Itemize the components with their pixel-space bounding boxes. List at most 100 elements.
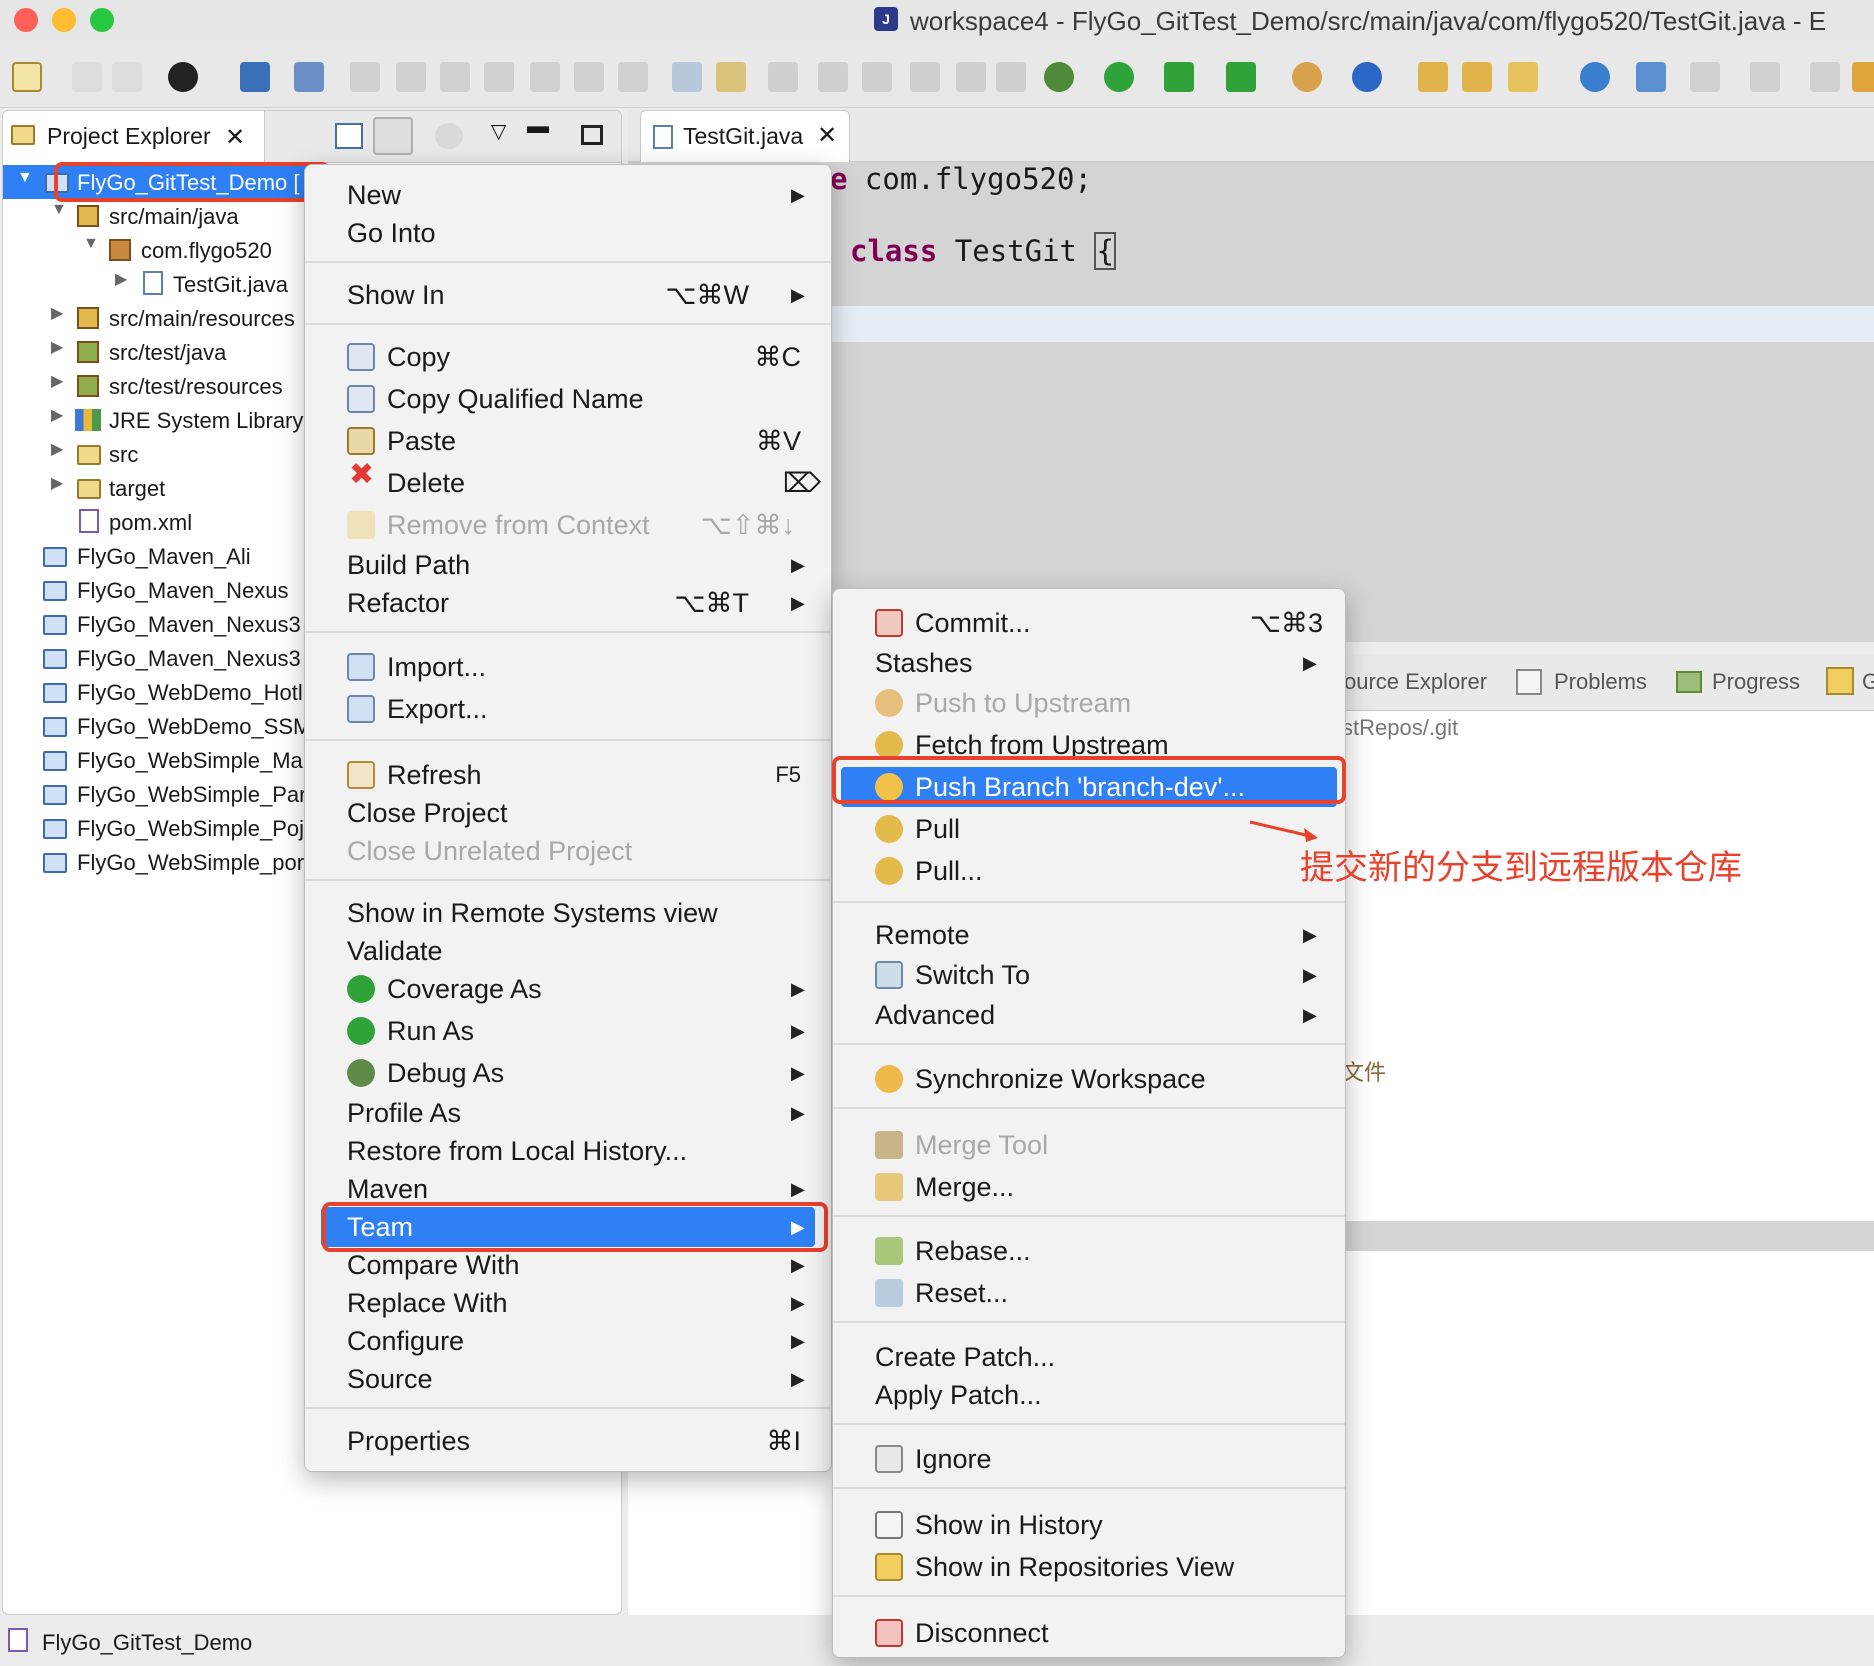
tab-progress[interactable]: Progress — [1712, 669, 1800, 695]
external-tools-icon[interactable] — [1226, 62, 1256, 92]
menu-item-synchronize-workspace[interactable]: Synchronize Workspace — [833, 1059, 1345, 1099]
pilcrow-icon[interactable] — [996, 62, 1026, 92]
tab-problems[interactable]: Problems — [1554, 669, 1647, 695]
step-over-icon[interactable] — [574, 62, 604, 92]
menu-item-apply-patch[interactable]: Apply Patch... — [833, 1375, 1345, 1415]
use-step-filters-icon[interactable] — [672, 62, 702, 92]
menu-item-refresh[interactable]: Refresh F5 — [305, 755, 831, 795]
new-class-icon[interactable] — [1352, 62, 1382, 92]
menu-item-profile-as[interactable]: Profile As ▶ — [305, 1093, 831, 1133]
tree-item[interactable]: src/test/resources — [109, 371, 283, 403]
menu-item-disconnect[interactable]: Disconnect — [833, 1613, 1345, 1653]
chevron-right-icon[interactable]: ▶ — [115, 269, 127, 289]
tree-item[interactable]: FlyGo_Maven_Nexus3 — [77, 609, 301, 641]
chevron-right-icon[interactable]: ▶ — [51, 303, 63, 323]
previous-annotation-icon[interactable] — [1750, 62, 1780, 92]
pin-icon[interactable] — [294, 62, 324, 92]
account-icon[interactable] — [168, 62, 198, 92]
chevron-right-icon[interactable]: ▶ — [51, 473, 63, 493]
menu-item-restore-local-history[interactable]: Restore from Local History... — [305, 1131, 831, 1171]
menu-item-push-to-upstream[interactable]: Push to Upstream — [833, 683, 1345, 723]
menu-item-replace-with[interactable]: Replace With ▶ — [305, 1283, 831, 1323]
tree-item[interactable]: FlyGo_WebDemo_SSM — [77, 711, 311, 743]
mark-occurrences-icon[interactable] — [768, 62, 798, 92]
menu-item-show-in[interactable]: Show In ⌥⌘W ▶ — [305, 275, 831, 315]
tree-item[interactable]: pom.xml — [109, 507, 192, 539]
collapse-all-icon[interactable] — [335, 123, 363, 149]
tree-item[interactable]: FlyGo_WebSimple_Ma — [77, 745, 303, 777]
menu-item-remove-from-context[interactable]: Remove from Context ⌥⇧⌘↓ — [305, 505, 831, 545]
step-return-icon[interactable] — [618, 62, 648, 92]
menu-item-remote[interactable]: Remote ▶ — [833, 915, 1345, 955]
menu-item-merge-tool[interactable]: Merge Tool — [833, 1125, 1345, 1165]
show-whitespace-icon[interactable] — [956, 62, 986, 92]
tree-item[interactable]: src/main/java — [109, 201, 239, 233]
menu-item-close-unrelated-project[interactable]: Close Unrelated Project — [305, 831, 831, 871]
save-all-icon[interactable] — [112, 62, 142, 92]
menu-item-commit[interactable]: Commit... ⌥⌘3 — [833, 603, 1345, 643]
close-window-button[interactable] — [14, 8, 38, 32]
menu-item-show-in-repositories-view[interactable]: Show in Repositories View — [833, 1547, 1345, 1587]
new-java-project-icon[interactable] — [1292, 62, 1322, 92]
menu-item-coverage-as[interactable]: Coverage As ▶ — [305, 969, 831, 1009]
menu-item-copy-qualified-name[interactable]: Copy Qualified Name — [305, 379, 831, 419]
resume-icon[interactable] — [350, 62, 380, 92]
tree-item[interactable]: src/main/resources — [109, 303, 295, 335]
menu-item-show-in-history[interactable]: Show in History — [833, 1505, 1345, 1545]
minimize-window-button[interactable] — [52, 8, 76, 32]
tree-item[interactable]: JRE System Library — [109, 405, 303, 437]
menu-item-refactor[interactable]: Refactor ⌥⌘T ▶ — [305, 583, 831, 623]
tree-item[interactable]: FlyGo_Maven_Nexus — [77, 575, 289, 607]
editor-tab-testgit[interactable]: TestGit.java ✕ — [640, 110, 850, 162]
tree-item[interactable]: TestGit.java — [173, 269, 288, 301]
chevron-right-icon[interactable]: ▶ — [51, 405, 63, 425]
toggle-breakpoint-icon[interactable] — [716, 62, 746, 92]
tree-item[interactable]: src/test/java — [109, 337, 226, 369]
tree-item[interactable]: target — [109, 473, 165, 505]
open-task-icon[interactable] — [1462, 62, 1492, 92]
menu-item-build-path[interactable]: Build Path ▶ — [305, 545, 831, 585]
menu-item-merge[interactable]: Merge... — [833, 1167, 1345, 1207]
tree-item[interactable]: FlyGo_WebSimple_Poj — [77, 813, 304, 845]
menu-item-configure[interactable]: Configure ▶ — [305, 1321, 831, 1361]
word-wrap-icon[interactable] — [910, 62, 940, 92]
block-select-icon[interactable] — [862, 62, 892, 92]
menu-item-import[interactable]: Import... — [305, 647, 831, 687]
menu-item-properties[interactable]: Properties ⌘I — [305, 1421, 831, 1461]
tree-item[interactable]: src — [109, 439, 138, 471]
chevron-right-icon[interactable]: ▶ — [51, 439, 63, 459]
menu-item-close-project[interactable]: Close Project — [305, 793, 831, 833]
chevron-down-icon[interactable]: ▼ — [17, 169, 33, 187]
tree-item[interactable]: FlyGo_Maven_Nexus3 — [77, 643, 301, 675]
new-wizard-icon[interactable] — [12, 62, 42, 92]
menu-item-delete[interactable]: Delete ⌦ — [305, 463, 831, 503]
tree-item[interactable]: FlyGo_WebSimple_por — [77, 847, 304, 879]
tree-item[interactable]: com.flygo520 — [141, 235, 272, 267]
menu-item-source[interactable]: Source ▶ — [305, 1359, 831, 1399]
maximize-icon[interactable] — [581, 125, 603, 145]
back-icon[interactable] — [1852, 62, 1874, 92]
terminal-icon[interactable] — [240, 62, 270, 92]
minimize-icon[interactable]: ▬ — [527, 113, 549, 139]
menu-item-switch-to[interactable]: Switch To ▶ — [833, 955, 1345, 995]
chevron-right-icon[interactable]: ▶ — [51, 337, 63, 357]
menu-item-go-into[interactable]: Go Into — [305, 213, 831, 253]
menu-item-debug-as[interactable]: Debug As ▶ — [305, 1053, 831, 1093]
menu-item-copy[interactable]: Copy ⌘C — [305, 337, 831, 377]
link-with-editor-icon[interactable] — [373, 117, 413, 155]
disconnect-debug-icon[interactable] — [484, 62, 514, 92]
close-icon[interactable]: ✕ — [817, 121, 837, 150]
tab-project-explorer[interactable]: Project Explorer ✕ — [3, 111, 265, 163]
debug-icon[interactable] — [1044, 62, 1074, 92]
run-icon[interactable] — [1104, 62, 1134, 92]
suspend-icon[interactable] — [396, 62, 426, 92]
maximize-window-button[interactable] — [90, 8, 114, 32]
last-edit-icon[interactable] — [1810, 62, 1840, 92]
menu-item-paste[interactable]: Paste ⌘V — [305, 421, 831, 461]
menu-item-show-remote-systems[interactable]: Show in Remote Systems view — [305, 893, 831, 933]
tree-item[interactable]: FlyGo_WebDemo_Hotl — [77, 677, 303, 709]
next-annotation-icon[interactable] — [1690, 62, 1720, 92]
filters-icon[interactable] — [435, 123, 463, 149]
save-icon[interactable] — [72, 62, 102, 92]
menu-item-pull-dialog[interactable]: Pull... — [833, 851, 1345, 891]
